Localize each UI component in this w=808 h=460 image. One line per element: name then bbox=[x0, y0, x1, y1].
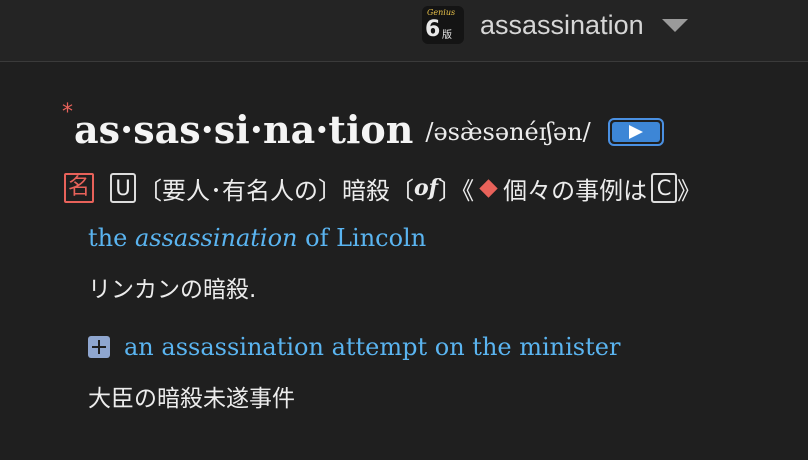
example-phrase: an assassination attempt on the minister bbox=[88, 333, 620, 361]
example-emphasis: assassination bbox=[134, 224, 298, 252]
example-translation: リンカンの暗殺. bbox=[88, 277, 257, 303]
example-text-after: of Lincoln bbox=[297, 224, 427, 252]
diamond-icon bbox=[479, 178, 498, 198]
play-icon bbox=[628, 125, 643, 139]
genius-dictionary-icon: Genius 6 版 bbox=[422, 6, 464, 44]
gloss-note: 個々の事例は bbox=[503, 176, 648, 205]
part-of-speech-badge: 名 bbox=[64, 173, 94, 203]
countable-badge: C bbox=[651, 173, 678, 203]
uncountable-badge: U bbox=[110, 173, 136, 203]
pronunciation: /əsæ̀sənéɪʃən/ bbox=[425, 118, 591, 146]
play-audio-button[interactable] bbox=[607, 118, 664, 146]
gloss-text: 〔要人･有名人の〕暗殺〔 bbox=[138, 176, 414, 205]
example-text-before: the bbox=[88, 224, 135, 252]
app-brand: Genius bbox=[427, 8, 456, 17]
gloss-bracket: 〕《 bbox=[438, 176, 475, 205]
dictionary-query-label: assassination bbox=[480, 9, 644, 40]
sense-definition: 名 U 〔要人･有名人の〕暗殺〔 of 〕《 個々の事例は C 》 bbox=[64, 170, 701, 206]
collocation-of: of bbox=[414, 175, 439, 201]
example-sentence: the assassination of Lincoln bbox=[88, 224, 426, 252]
chevron-down-icon[interactable] bbox=[661, 18, 688, 32]
example-phrase-text: an assassination attempt on the minister bbox=[124, 333, 621, 361]
example-phrase-translation: 大臣の暗殺未遂事件 bbox=[88, 386, 295, 412]
importance-star: * bbox=[62, 100, 73, 125]
play-button-face bbox=[611, 122, 660, 142]
dictionary-selector[interactable]: Genius 6 版 assassination bbox=[422, 5, 688, 45]
app-edition-suffix: 版 bbox=[442, 30, 452, 41]
headword: as·sas·si·na·tion bbox=[74, 107, 414, 152]
gloss-close: 》 bbox=[677, 176, 702, 205]
plus-icon[interactable] bbox=[88, 336, 110, 358]
app-edition: 6 bbox=[425, 17, 441, 42]
entry-headline: * as·sas·si·na·tion /əsæ̀sənéɪʃən/ bbox=[62, 100, 664, 152]
title-bar: Genius 6 版 assassination bbox=[0, 0, 808, 62]
